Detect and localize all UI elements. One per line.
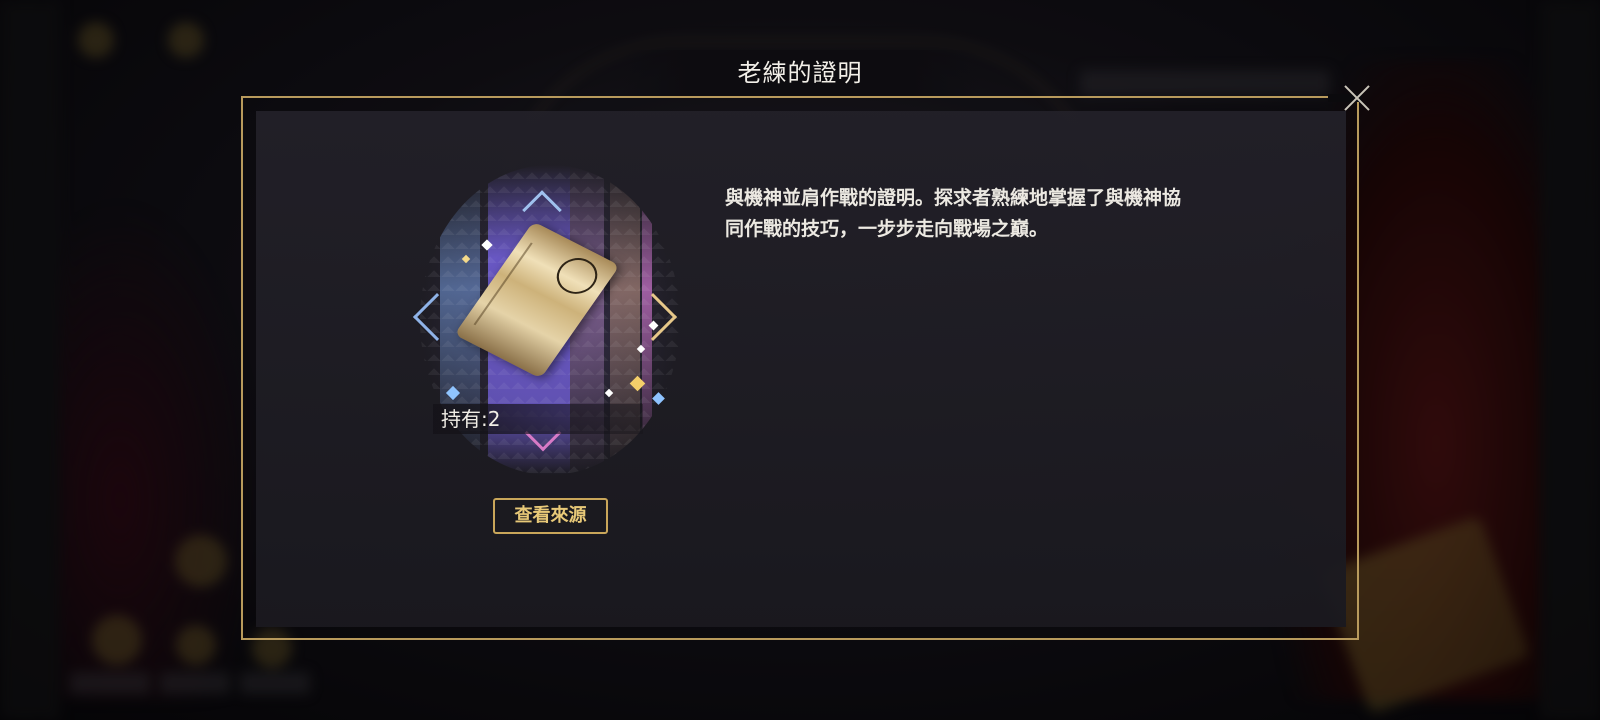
game-screen: 老練的證明 持有:2 查看來源 與機神並肩作戰的證明。探求者熟練地掌握了與機神協… — [0, 0, 1600, 720]
dialog-title: 老練的證明 — [737, 59, 863, 87]
item-description: 與機神並肩作戰的證明。探求者熟練地掌握了與機神協同作戰的技巧，一步步走向戰場之巔… — [725, 187, 1182, 240]
card-emblem-icon — [549, 251, 606, 301]
held-count: 持有:2 — [433, 404, 643, 434]
close-icon[interactable] — [1339, 80, 1375, 116]
view-source-button[interactable]: 查看來源 — [493, 498, 608, 534]
